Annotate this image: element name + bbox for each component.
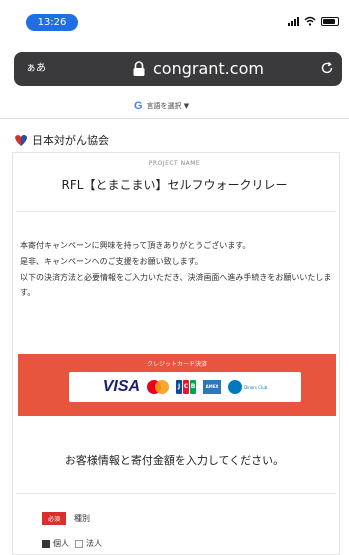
org-name: 日本対がん協会 bbox=[32, 134, 109, 147]
diners-club-label: Diners Club bbox=[244, 384, 268, 390]
translate-bar: G 言語を選択 ▼ bbox=[0, 96, 349, 119]
org-header[interactable]: 日本対がん協会 bbox=[12, 130, 109, 150]
status-icons bbox=[288, 16, 339, 26]
language-select-label: 言語を選択 ▼ bbox=[146, 102, 190, 110]
signal-icon bbox=[288, 16, 299, 26]
address-bar[interactable]: ぁあ congrant.com bbox=[14, 52, 342, 86]
description-line: 以下の決済方法と必要情報をご入力いただき、決済画面へ進み手続きをお願いいたします… bbox=[20, 273, 332, 297]
field-label: 種別 bbox=[74, 514, 91, 523]
payment-title: クレジットカード決済 bbox=[146, 361, 207, 368]
divider bbox=[16, 211, 336, 212]
required-badge: 必須 bbox=[42, 512, 67, 525]
option-label: 法人 bbox=[86, 539, 102, 548]
status-time: 13:26 bbox=[26, 14, 78, 31]
google-icon: G bbox=[134, 100, 143, 112]
phone-screen: 13:26 ぁあ congrant.com G 言語を選択 ▼ 日本対がん協会 … bbox=[0, 0, 349, 555]
option-individual[interactable]: 個人 bbox=[42, 538, 69, 549]
form-heading: お客様情報と寄付金額を入力してください。 bbox=[64, 454, 285, 467]
campaign-description: 本寄付キャンペーンに興味を持って頂きありがとうございます。 是非、キャンペーンへ… bbox=[20, 238, 336, 301]
amex-icon: AMEX bbox=[203, 380, 222, 394]
donor-type-options: 個人 法人 bbox=[42, 538, 102, 549]
option-corporation[interactable]: 法人 bbox=[75, 538, 102, 549]
credit-card-payment-button[interactable]: クレジットカード決済 VISA J C B AMEX Diners Club bbox=[18, 354, 336, 416]
jcb-icon: J C B bbox=[176, 380, 197, 394]
reload-icon[interactable] bbox=[318, 59, 336, 77]
language-selector[interactable]: G 言語を選択 ▼ bbox=[134, 100, 189, 112]
option-label: 個人 bbox=[53, 539, 69, 548]
wifi-icon bbox=[304, 16, 316, 26]
project-label: PROJECT NAME bbox=[148, 160, 201, 167]
project-title: RFL【とまこまい】セルフウォークリレー bbox=[61, 178, 288, 192]
diners-club-icon: Diners Club bbox=[228, 380, 267, 394]
org-logo-icon bbox=[15, 135, 27, 146]
description-line: 本寄付キャンペーンに興味を持って頂きありがとうございます。 bbox=[20, 241, 251, 250]
text-size-button[interactable]: ぁあ bbox=[26, 52, 46, 86]
description-line: 是非、キャンペーンへのご支援をお願い致します。 bbox=[20, 257, 203, 266]
status-bar: 13:26 bbox=[0, 0, 349, 40]
checkbox-icon[interactable] bbox=[75, 539, 83, 548]
mastercard-icon bbox=[147, 380, 170, 394]
lock-icon bbox=[133, 61, 145, 76]
url-domain[interactable]: congrant.com bbox=[153, 52, 264, 86]
checkbox-checked-icon[interactable] bbox=[42, 539, 50, 548]
visa-logo: VISA bbox=[102, 378, 141, 395]
card-brands: VISA J C B AMEX Diners Club bbox=[69, 372, 301, 402]
donor-type-field: 必須 種別 bbox=[42, 512, 90, 525]
battery-icon bbox=[321, 16, 339, 26]
divider bbox=[16, 493, 336, 494]
